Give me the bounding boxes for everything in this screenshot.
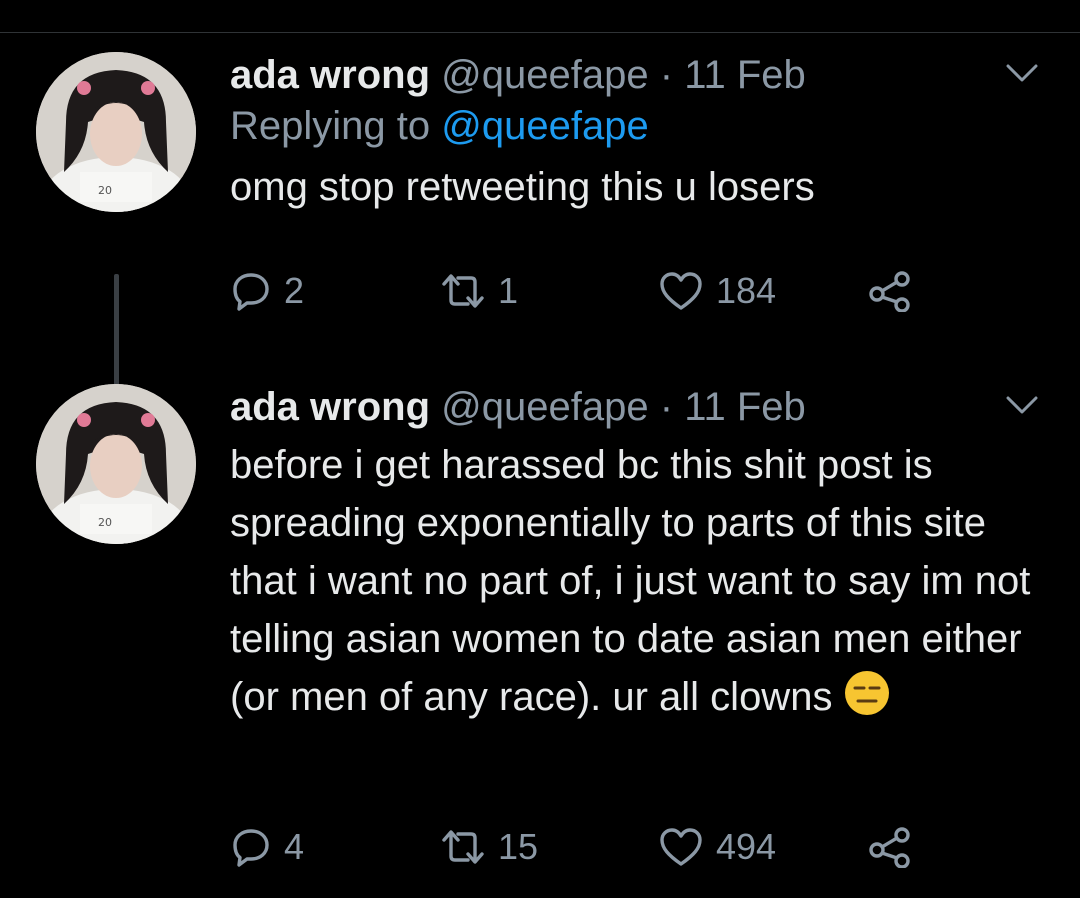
share-button[interactable] (868, 824, 914, 870)
top-divider (0, 32, 1080, 33)
avatar[interactable]: 20 (36, 384, 196, 544)
retweet-icon (442, 274, 484, 308)
tweet-header: ada wrong @queefape · 11 Feb (230, 384, 1050, 430)
reply-icon (233, 273, 269, 311)
caret-down-icon[interactable] (1002, 58, 1042, 88)
reply-icon (233, 829, 269, 867)
reply-button[interactable]: 2 (230, 268, 304, 314)
tweet-text: before i get harassed bc this shit post … (230, 436, 1050, 726)
replying-to-line: Replying to @queefape (230, 98, 1050, 154)
tweet-header: ada wrong @queefape · 11 Feb (230, 52, 1050, 98)
svg-text:20: 20 (98, 516, 112, 529)
user-handle[interactable]: @queefape (441, 385, 648, 429)
expressionless-face-emoji-icon (844, 671, 889, 715)
like-button[interactable]: 494 (658, 824, 776, 870)
avatar-image: 20 (36, 52, 196, 212)
share-icon (869, 827, 910, 868)
replying-to-label: Replying to (230, 104, 431, 148)
tweet-text: omg stop retweeting this u losers (230, 165, 815, 209)
tweet-text-content: before i get harassed bc this shit post … (230, 443, 1042, 719)
reply-count: 2 (284, 270, 305, 311)
svg-text:20: 20 (98, 184, 112, 197)
tweet-date[interactable]: 11 Feb (684, 53, 806, 97)
reply-count: 4 (284, 826, 305, 867)
avatar-image: 20 (36, 384, 196, 544)
display-name[interactable]: ada wrong (230, 385, 430, 429)
user-handle[interactable]: @queefape (441, 53, 648, 97)
like-count: 184 (716, 270, 777, 311)
like-count: 494 (716, 826, 777, 867)
header-separator: · (659, 385, 674, 429)
tweet-date[interactable]: 11 Feb (684, 385, 806, 429)
retweet-count: 1 (498, 270, 519, 311)
display-name[interactable]: ada wrong (230, 53, 430, 97)
tweet-actions: 4 15 494 (230, 824, 950, 870)
reply-button[interactable]: 4 (230, 824, 304, 870)
tweet-actions: 2 1 184 (230, 268, 950, 314)
like-button[interactable]: 184 (658, 268, 776, 314)
retweet-button[interactable]: 1 (440, 268, 518, 314)
like-icon (660, 272, 702, 310)
retweet-icon (442, 830, 484, 864)
like-icon (660, 828, 702, 866)
retweet-button[interactable]: 15 (440, 824, 538, 870)
share-icon (869, 271, 910, 312)
tweet-body: ada wrong @queefape · 11 Feb Replying to… (230, 52, 1050, 216)
tweet-body: ada wrong @queefape · 11 Feb before i ge… (230, 384, 1050, 726)
share-button[interactable] (868, 268, 914, 314)
avatar[interactable]: 20 (36, 52, 196, 212)
header-separator: · (659, 53, 674, 97)
replying-to-mention[interactable]: @queefape (441, 104, 648, 148)
retweet-count: 15 (498, 826, 539, 867)
caret-down-icon[interactable] (1002, 390, 1042, 420)
